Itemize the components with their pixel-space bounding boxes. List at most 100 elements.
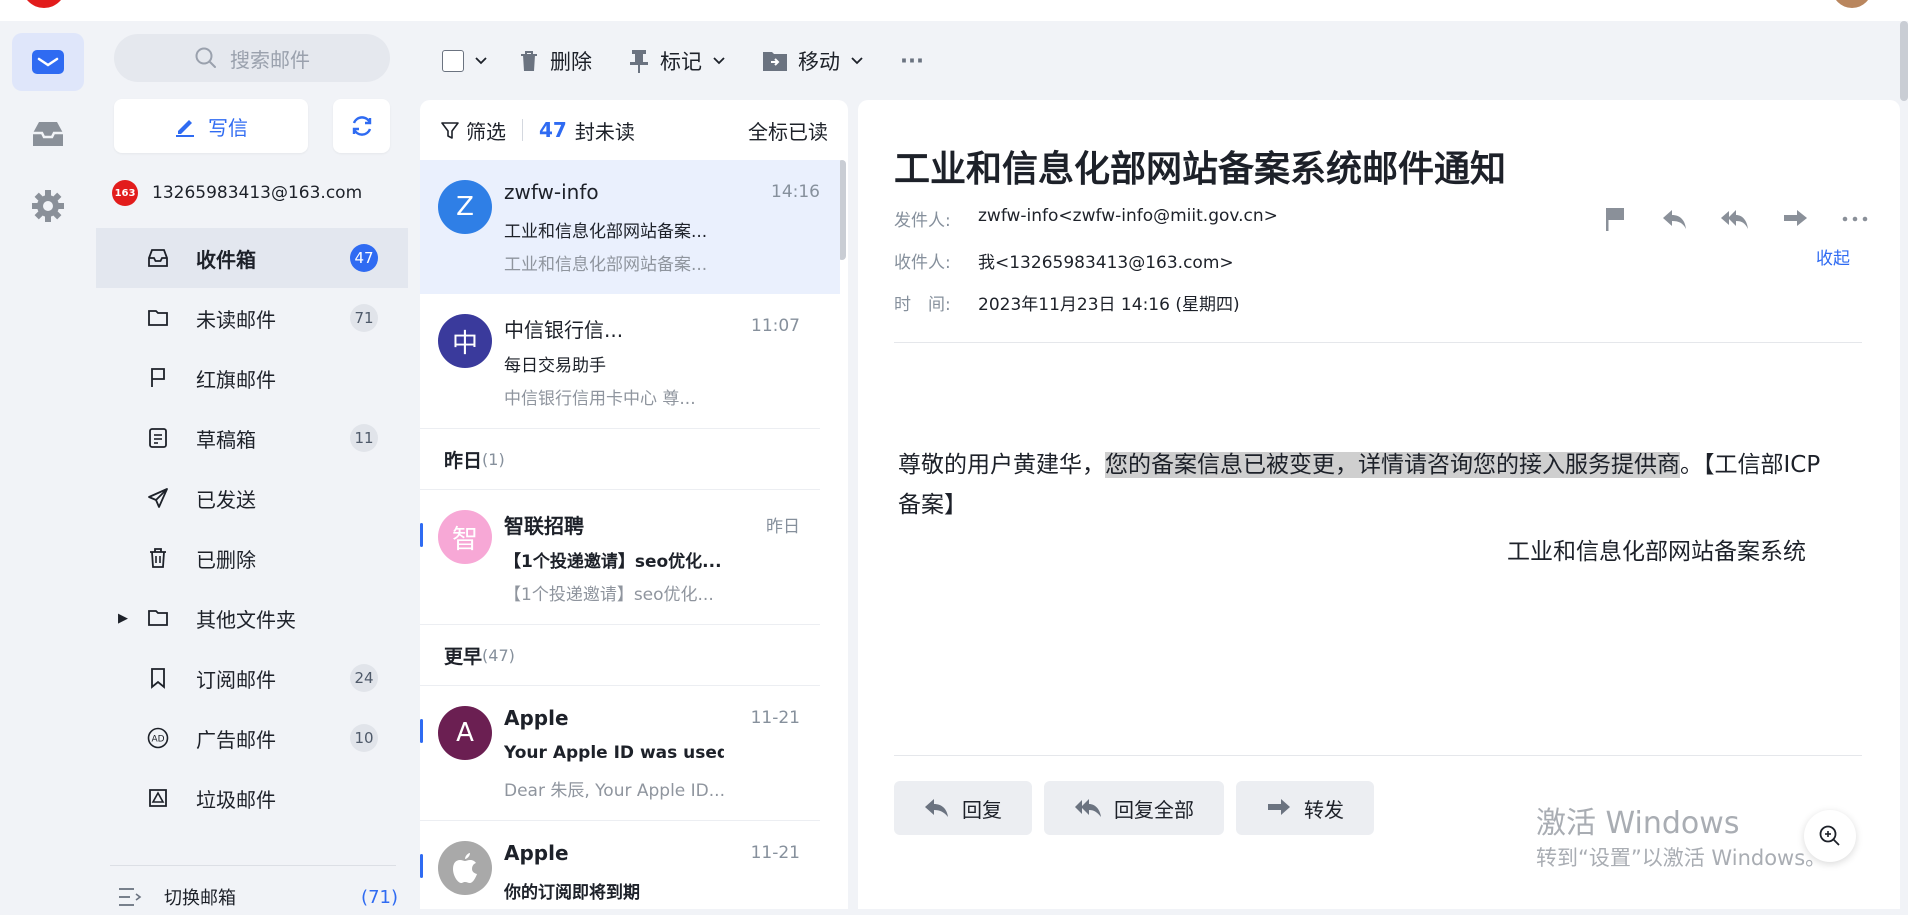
message-time: 11:07 [751, 316, 800, 336]
more-icon[interactable] [1840, 204, 1870, 234]
svg-text:AD: AD [151, 735, 164, 745]
message-time: 11-21 [750, 843, 800, 863]
reply-all-button[interactable]: 回复全部 [1044, 781, 1224, 835]
unread-count: 47 [539, 118, 567, 142]
activation-watermark-title: 激活 Windows [1536, 806, 1740, 841]
folder-flagged[interactable]: 红旗邮件 [96, 348, 408, 408]
folder-label: 草稿箱 [196, 427, 256, 452]
flag-icon[interactable] [1600, 204, 1630, 234]
folder-label: 其他文件夹 [196, 607, 296, 632]
settings-button[interactable] [12, 177, 84, 235]
folder-sidebar: 搜索邮件 写信 163 13265983413@163.com 收件箱 47 未… [96, 21, 408, 909]
reading-pane: 工业和信息化部网站备案系统邮件通知 发件人: zwfw-info<zwfw-in… [858, 100, 1900, 909]
message-subject: 每日交易助手 [504, 356, 606, 376]
folder-label: 红旗邮件 [196, 367, 276, 392]
switch-mailbox-button[interactable]: 切换邮箱 (71) [118, 879, 398, 915]
sender-avatar: 中 [438, 314, 492, 368]
top-bar [0, 0, 1908, 21]
move-dropdown[interactable]: 移动 [762, 46, 864, 76]
group-count: (47) [482, 645, 515, 665]
folder-label: 广告邮件 [196, 727, 276, 752]
pin-icon [630, 50, 648, 73]
trash-icon [521, 51, 537, 71]
group-label: 昨日 [444, 449, 483, 472]
inbox-icon [148, 249, 168, 267]
forward-button[interactable]: 转发 [1236, 781, 1374, 835]
folder-subscriptions[interactable]: 订阅邮件 24 [96, 648, 408, 708]
zoom-button[interactable] [1804, 810, 1856, 862]
list-item[interactable]: 智 智联招聘 昨日 【1个投递邀请】seo优化... 【1个投递邀请】seo优化… [420, 490, 820, 625]
select-all-dropdown[interactable] [442, 50, 488, 72]
folder-drafts[interactable]: 草稿箱 11 [96, 408, 408, 468]
folder-sent[interactable]: 已发送 [96, 468, 408, 528]
inbox-app-button[interactable] [12, 105, 84, 163]
filter-button[interactable]: 筛选 [440, 116, 506, 145]
account-row[interactable]: 163 13265983413@163.com [112, 180, 362, 206]
ad-icon: AD [147, 727, 169, 749]
folder-unread[interactable]: 未读邮件 71 [96, 288, 408, 348]
folder-count: 11 [350, 424, 378, 452]
to-value[interactable]: 我<13265983413@163.com> [978, 248, 1234, 273]
group-header-earlier: 更早 (47) [420, 625, 820, 686]
mark-dropdown[interactable]: 标记 [628, 46, 726, 76]
sender-avatar: Z [438, 180, 492, 234]
refresh-button[interactable] [333, 99, 390, 153]
mail-actions [1600, 204, 1870, 234]
forward-icon[interactable] [1780, 204, 1810, 234]
folder-spam[interactable]: 垃圾邮件 [96, 768, 408, 828]
list-item[interactable]: 中 中信银行信... 11:07 每日交易助手 中信银行信用卡中心 尊... [420, 294, 820, 429]
more-button[interactable]: ··· [900, 49, 924, 73]
account-badge: 163 [112, 180, 138, 206]
bookmark-icon [151, 668, 165, 689]
reply-icon [925, 799, 948, 817]
account-email: 13265983413@163.com [152, 183, 363, 203]
user-avatar[interactable] [1832, 0, 1872, 8]
mark-all-read-button[interactable]: 全标已读 [748, 116, 828, 145]
list-item[interactable]: A Apple 11-21 Your Apple ID was used ...… [420, 686, 820, 821]
search-input[interactable]: 搜索邮件 [114, 34, 390, 82]
collapse-header-link[interactable]: 收起 [1816, 244, 1850, 269]
list-header: 筛选 47 封未读 全标已读 [420, 100, 848, 160]
tray-icon [33, 122, 63, 146]
reply-icon[interactable] [1660, 204, 1690, 234]
from-value[interactable]: zwfw-info<zwfw-info@miit.gov.cn> [978, 206, 1278, 231]
folder-label: 已删除 [196, 547, 256, 572]
folder-deleted[interactable]: 已删除 [96, 528, 408, 588]
message-list: 筛选 47 封未读 全标已读 Z zwfw-info 14:16 工业和信息化部… [420, 100, 848, 909]
sender-name: zwfw-info [504, 180, 599, 204]
reply-all-label: 回复全部 [1114, 797, 1194, 822]
zoom-in-icon [1819, 825, 1840, 846]
list-item[interactable]: Z zwfw-info 14:16 工业和信息化部网站备案... 工业和信息化部… [420, 160, 840, 294]
message-preview: 中信银行信用卡中心 尊... [504, 389, 696, 409]
sender-avatar: 智 [438, 510, 492, 564]
folder-ads[interactable]: AD 广告邮件 10 [96, 708, 408, 768]
reply-all-icon[interactable] [1720, 204, 1750, 234]
spam-icon [149, 789, 167, 807]
from-label: 发件人: [894, 211, 951, 231]
page-scrollbar[interactable] [1900, 21, 1908, 101]
folder-others[interactable]: ▶ 其他文件夹 [96, 588, 408, 648]
refresh-icon [352, 116, 371, 136]
chevron-down-icon [475, 57, 487, 65]
app-logo [22, 0, 66, 8]
folder-count: 71 [350, 304, 378, 332]
search-icon [195, 47, 216, 68]
list-item[interactable]: Apple 11-21 你的订阅即将到期 [420, 821, 820, 909]
move-label: 移动 [798, 50, 840, 74]
delete-button[interactable]: 删除 [518, 46, 592, 76]
draft-icon [149, 428, 167, 448]
folder-label: 已发送 [196, 487, 256, 512]
select-all-checkbox[interactable] [442, 50, 464, 72]
folder-count: 47 [350, 244, 378, 272]
folder-inbox[interactable]: 收件箱 47 [96, 228, 408, 288]
group-label: 更早 [444, 645, 483, 668]
list-icon [119, 888, 142, 906]
header-divider [894, 342, 1862, 343]
mail-toolbar: 删除 标记 移动 ··· [420, 21, 1908, 101]
mail-app-button[interactable] [12, 33, 84, 91]
compose-button[interactable]: 写信 [114, 99, 308, 153]
expand-caret-icon[interactable]: ▶ [118, 611, 128, 626]
message-subject: Your Apple ID was used ... [504, 743, 724, 763]
unread-indicator [420, 523, 423, 547]
reply-button[interactable]: 回复 [894, 781, 1032, 835]
